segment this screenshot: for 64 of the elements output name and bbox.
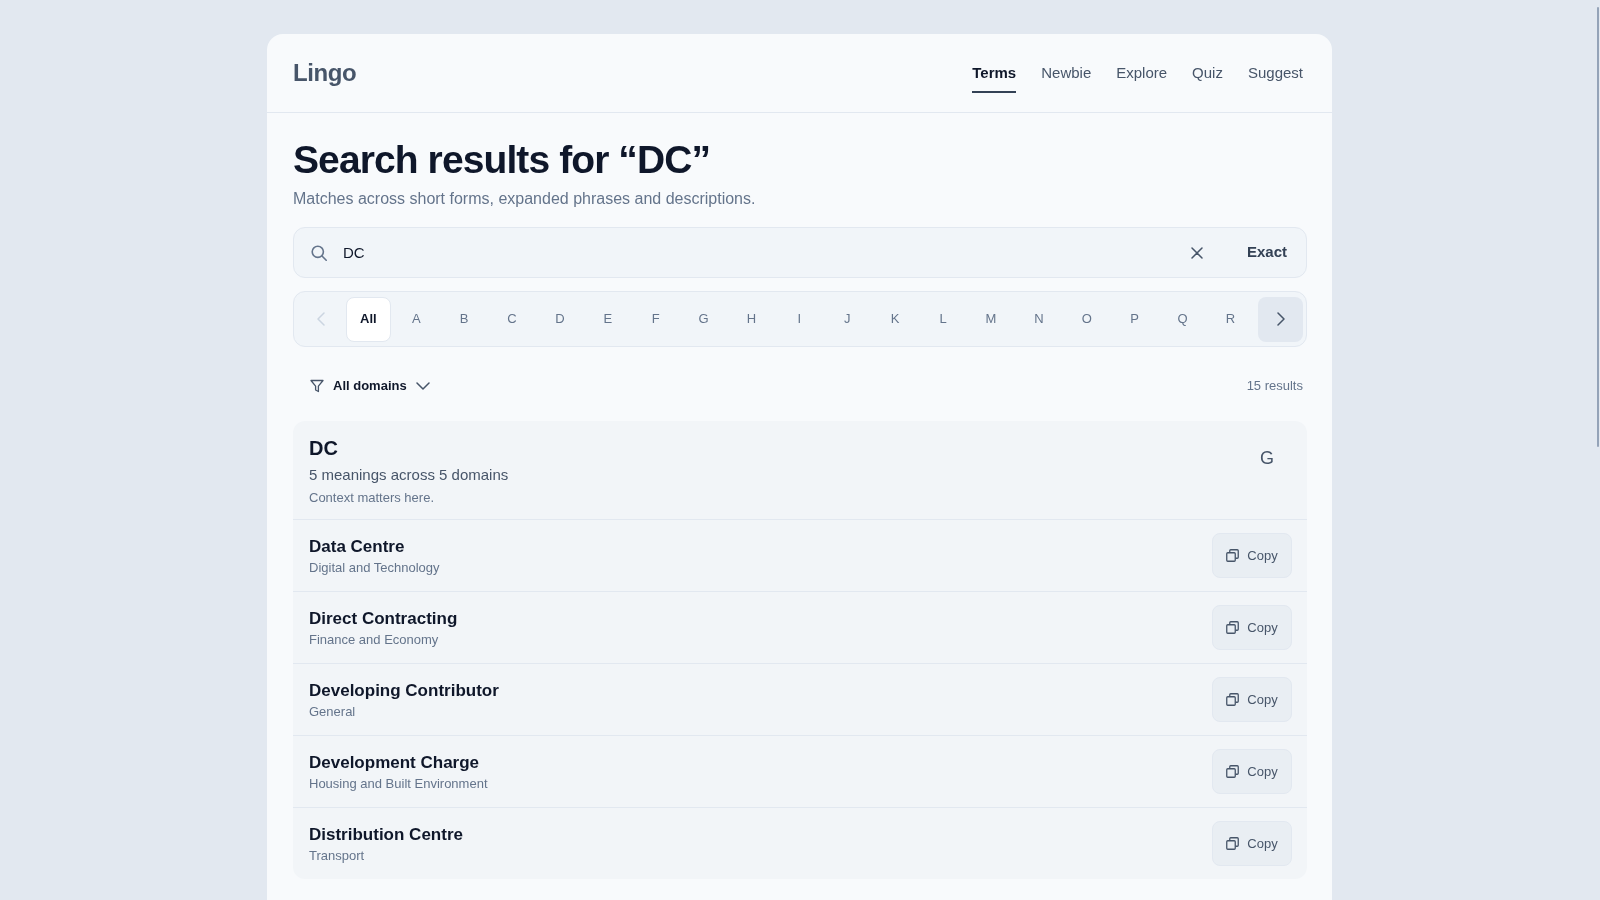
letter-tab[interactable]: P: [1112, 296, 1158, 342]
copy-button[interactable]: Copy: [1212, 533, 1292, 578]
copy-button[interactable]: Copy: [1212, 677, 1292, 722]
copy-icon: [1226, 765, 1240, 778]
letter-tab[interactable]: I: [776, 296, 822, 342]
close-icon: [1189, 245, 1204, 260]
letter-tab[interactable]: E: [585, 296, 631, 342]
domain-label: Digital and Technology: [309, 559, 440, 577]
letter-tab[interactable]: C: [489, 296, 535, 342]
domain-label: General: [309, 703, 357, 721]
domain-label: Transport: [309, 847, 366, 865]
domain-label: Finance and Economy: [309, 631, 440, 649]
copy-icon: [1226, 693, 1240, 706]
letter-tab[interactable]: L: [920, 296, 966, 342]
domain-filter-button[interactable]: All domains: [310, 376, 430, 396]
context-note: Context matters here.: [309, 489, 435, 507]
chevron-down-icon: [415, 382, 430, 390]
copy-button[interactable]: Copy: [1212, 821, 1292, 866]
logo-text: Lingo: [293, 58, 357, 88]
clear-button[interactable]: [1189, 245, 1204, 260]
page-title: Search results for “DC”: [293, 138, 712, 181]
meaning-title: Development Charge: [309, 752, 481, 774]
page-subtitle: Matches across short forms, expanded phrases and descriptions.: [293, 189, 757, 209]
copy-icon: [1226, 549, 1240, 562]
meaning-title: Distribution Centre: [309, 824, 463, 846]
lookup-button[interactable]: G: [1249, 440, 1285, 476]
letter-tab[interactable]: G: [681, 296, 727, 342]
filter-icon: [310, 379, 324, 393]
result-count: 15 results: [1246, 377, 1303, 396]
meaning-title: Direct Contracting: [309, 608, 458, 630]
letter-tab[interactable]: A: [393, 296, 439, 342]
nav-link[interactable]: Suggest: [1247, 54, 1303, 93]
term-heading: DC: [309, 436, 339, 460]
letter-tab[interactable]: J: [824, 296, 870, 342]
letter-tab[interactable]: M: [968, 296, 1014, 342]
letter-tab[interactable]: O: [1064, 296, 1110, 342]
chevron-left-icon: [316, 312, 325, 326]
letter-tab[interactable]: K: [872, 296, 918, 342]
copy-button[interactable]: Copy: [1212, 749, 1292, 794]
nav-link[interactable]: Terms: [972, 54, 1017, 93]
exact-match-button[interactable]: Exact: [1246, 241, 1287, 264]
letter-tab[interactable]: N: [1016, 296, 1062, 342]
chevron-right-icon: [1276, 312, 1285, 326]
letter-tab[interactable]: R: [1207, 296, 1253, 342]
search-field[interactable]: DC Exact: [293, 227, 1307, 278]
next-button[interactable]: [1258, 296, 1303, 342]
nav-link[interactable]: Newbie: [1041, 54, 1092, 93]
copy-icon: [1226, 621, 1240, 634]
copy-button[interactable]: Copy: [1212, 605, 1292, 650]
nav-link[interactable]: Explore: [1116, 54, 1168, 93]
letter-tab[interactable]: F: [633, 296, 679, 342]
letter-tab[interactable]: Q: [1160, 296, 1206, 342]
letter-tab[interactable]: All: [345, 296, 391, 342]
letter-tab[interactable]: D: [537, 296, 583, 342]
search-icon: [311, 244, 327, 261]
meaning-summary: 5 meanings across 5 domains: [309, 465, 509, 485]
scrollbar-thumb[interactable]: [1597, 7, 1599, 447]
copy-icon: [1226, 837, 1240, 850]
letter-tab[interactable]: H: [729, 296, 774, 342]
nav-link[interactable]: Quiz: [1192, 54, 1223, 93]
letter-tab[interactable]: B: [441, 296, 487, 342]
meaning-title: Developing Contributor: [309, 680, 499, 702]
meaning-title: Data Centre: [309, 536, 406, 558]
domain-label: Housing and Built Environment: [309, 775, 488, 793]
